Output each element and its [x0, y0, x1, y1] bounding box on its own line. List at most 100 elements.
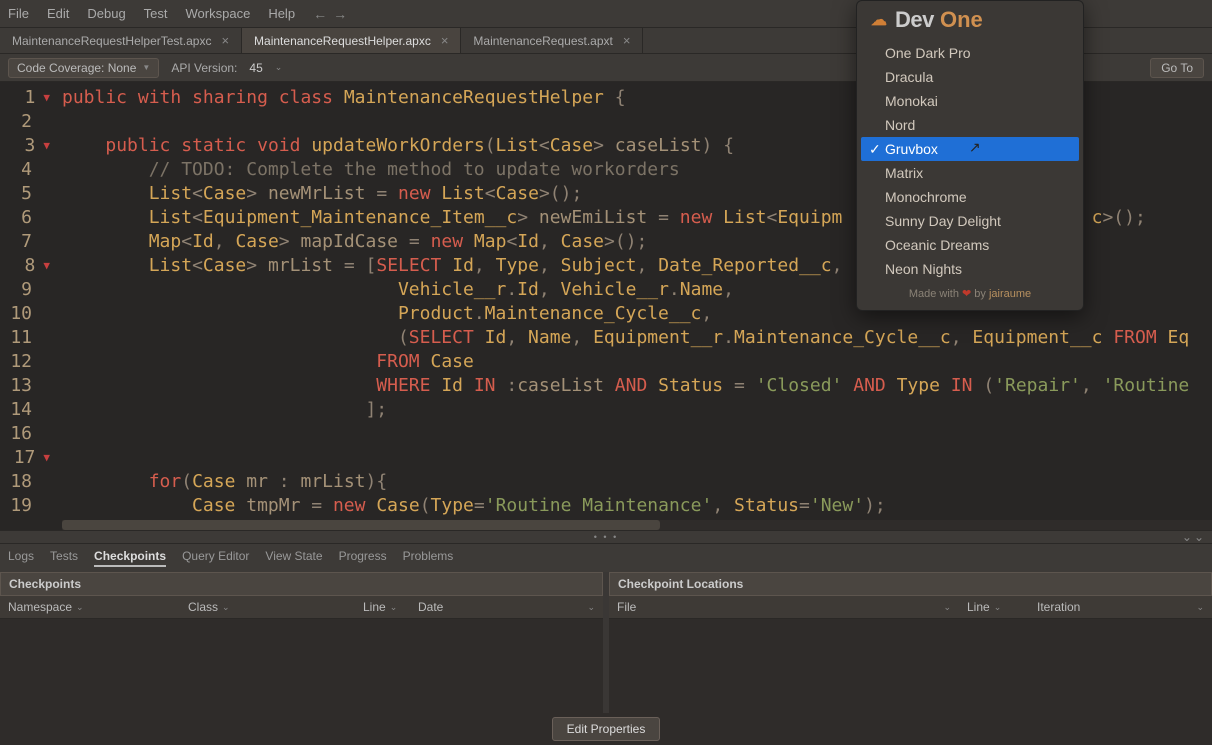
- api-version-select[interactable]: 45 ⌄: [249, 61, 282, 75]
- column-headers: File⌄ Line⌄ Iteration⌄: [609, 596, 1212, 619]
- checkpoints-panel: Checkpoints Namespace⌄ Class⌄ Line⌄ Date…: [0, 572, 603, 722]
- close-icon[interactable]: ×: [441, 33, 449, 48]
- col-class[interactable]: Class⌄: [180, 596, 355, 618]
- chevron-down-icon: ▼: [142, 63, 150, 72]
- tab-helper-test[interactable]: MaintenanceRequestHelperTest.apxc ×: [0, 28, 242, 53]
- panel-title: Checkpoint Locations: [609, 572, 1212, 596]
- menu-workspace[interactable]: Workspace: [186, 6, 251, 21]
- panel-body: [0, 619, 603, 722]
- col-file[interactable]: File⌄: [609, 596, 959, 618]
- expand-icon[interactable]: ⌄⌄: [1182, 530, 1206, 544]
- tab-label: MaintenanceRequestHelperTest.apxc: [12, 34, 211, 48]
- sort-caret-icon: ⌄: [943, 602, 951, 613]
- fold-arrow-icon[interactable]: ▼: [43, 134, 50, 158]
- brand-text-dev: Dev: [895, 7, 934, 32]
- brand-dot-icon: ☁: [871, 10, 887, 30]
- col-line[interactable]: Line⌄: [355, 596, 410, 618]
- gutter-line: 10: [0, 302, 58, 326]
- close-icon[interactable]: ×: [221, 33, 229, 48]
- chevron-down-icon: ⌄: [275, 62, 283, 73]
- gutter-line: 13: [0, 374, 58, 398]
- theme-item[interactable]: Nord: [861, 113, 1079, 137]
- fold-arrow-icon[interactable]: ▼: [43, 86, 50, 110]
- fold-arrow-icon[interactable]: ▼: [43, 446, 50, 470]
- tab-label: MaintenanceRequest.apxt: [473, 34, 612, 48]
- col-line[interactable]: Line⌄: [959, 596, 1029, 618]
- col-namespace[interactable]: Namespace⌄: [0, 596, 180, 618]
- gutter-line: 17▼: [0, 446, 58, 470]
- menu-help[interactable]: Help: [268, 6, 295, 21]
- gutter-line: 4: [0, 158, 58, 182]
- theme-picker-popup: ☁ Dev One One Dark ProDraculaMonokaiNord…: [856, 0, 1084, 311]
- bottom-tab[interactable]: Logs: [8, 549, 34, 567]
- panel-splitter[interactable]: • • • ⌄⌄: [0, 530, 1212, 544]
- column-headers: Namespace⌄ Class⌄ Line⌄ Date⌄: [0, 596, 603, 619]
- checkpoint-locations-panel: Checkpoint Locations File⌄ Line⌄ Iterati…: [609, 572, 1212, 722]
- menu-edit[interactable]: Edit: [47, 6, 69, 21]
- bottom-tab[interactable]: View State: [265, 549, 322, 567]
- menu-test[interactable]: Test: [144, 6, 168, 21]
- bottom-tab[interactable]: Progress: [339, 549, 387, 567]
- edit-properties-button[interactable]: Edit Properties: [552, 717, 661, 741]
- menu-debug[interactable]: Debug: [87, 6, 125, 21]
- sort-caret-icon: ⌄: [587, 602, 595, 613]
- gutter-line: 11: [0, 326, 58, 350]
- sort-caret-icon: ⌄: [1196, 602, 1204, 613]
- popup-brand: ☁ Dev One: [857, 1, 1083, 37]
- api-version-label: API Version:: [171, 61, 237, 75]
- heart-icon: ❤: [962, 288, 971, 300]
- bottom-tab[interactable]: Problems: [403, 549, 454, 567]
- bottom-tab[interactable]: Query Editor: [182, 549, 249, 567]
- theme-item[interactable]: Neon Nights: [861, 257, 1079, 281]
- menu-file[interactable]: File: [8, 6, 29, 21]
- bottom-tab[interactable]: Tests: [50, 549, 78, 567]
- cursor-icon: ↖: [969, 139, 981, 156]
- code-coverage-select[interactable]: Code Coverage: None ▼: [8, 58, 159, 78]
- col-iteration[interactable]: Iteration⌄: [1029, 596, 1212, 618]
- theme-item[interactable]: One Dark Pro: [861, 41, 1079, 65]
- scrollbar-thumb[interactable]: [62, 520, 660, 530]
- gutter-line: 2: [0, 110, 58, 134]
- nav-back-icon[interactable]: ←: [313, 6, 327, 22]
- bottom-tabs: Logs Tests Checkpoints Query Editor View Sta…: [0, 544, 1212, 572]
- theme-item[interactable]: Monokai: [861, 89, 1079, 113]
- gutter: 1▼23▼45678▼910111213141617▼1819: [0, 82, 62, 530]
- horizontal-scrollbar[interactable]: [62, 520, 1212, 530]
- gutter-line: 12: [0, 350, 58, 374]
- gutter-line: 5: [0, 182, 58, 206]
- theme-list: One Dark ProDraculaMonokaiNordGruvbox↖Ma…: [857, 37, 1083, 287]
- bottom-tab[interactable]: Checkpoints: [94, 549, 166, 567]
- gutter-line: 7: [0, 230, 58, 254]
- sort-caret-icon: ⌄: [222, 602, 230, 613]
- coverage-label: Code Coverage: None: [17, 61, 136, 75]
- footer: Edit Properties: [0, 713, 1212, 745]
- goto-button[interactable]: Go To: [1150, 58, 1204, 78]
- theme-item[interactable]: Gruvbox↖: [861, 137, 1079, 161]
- panel-body: [609, 619, 1212, 722]
- bottom-panels: Checkpoints Namespace⌄ Class⌄ Line⌄ Date…: [0, 572, 1212, 722]
- sort-caret-icon: ⌄: [390, 602, 398, 613]
- panel-title: Checkpoints: [0, 572, 603, 596]
- gutter-line: 9: [0, 278, 58, 302]
- col-date[interactable]: Date⌄: [410, 596, 603, 618]
- fold-arrow-icon[interactable]: ▼: [43, 254, 50, 278]
- gutter-line: 18: [0, 470, 58, 494]
- gutter-line: 16: [0, 422, 58, 446]
- close-icon[interactable]: ×: [623, 33, 631, 48]
- theme-item[interactable]: Dracula: [861, 65, 1079, 89]
- theme-item[interactable]: Monochrome: [861, 185, 1079, 209]
- gutter-line: 8▼: [0, 254, 58, 278]
- tab-request-trigger[interactable]: MaintenanceRequest.apxt ×: [461, 28, 643, 53]
- gutter-line: 6: [0, 206, 58, 230]
- gutter-line: 3▼: [0, 134, 58, 158]
- popup-footer: Made with ❤ by jairaume: [857, 287, 1083, 300]
- theme-item[interactable]: Matrix: [861, 161, 1079, 185]
- tab-helper[interactable]: MaintenanceRequestHelper.apxc ×: [242, 28, 461, 53]
- author-link[interactable]: jairaume: [989, 288, 1031, 300]
- nav-forward-icon[interactable]: →: [333, 6, 347, 22]
- tab-label: MaintenanceRequestHelper.apxc: [254, 34, 431, 48]
- gutter-line: 19: [0, 494, 58, 518]
- theme-item[interactable]: Oceanic Dreams: [861, 233, 1079, 257]
- theme-item[interactable]: Sunny Day Delight: [861, 209, 1079, 233]
- sort-caret-icon: ⌄: [994, 602, 1002, 613]
